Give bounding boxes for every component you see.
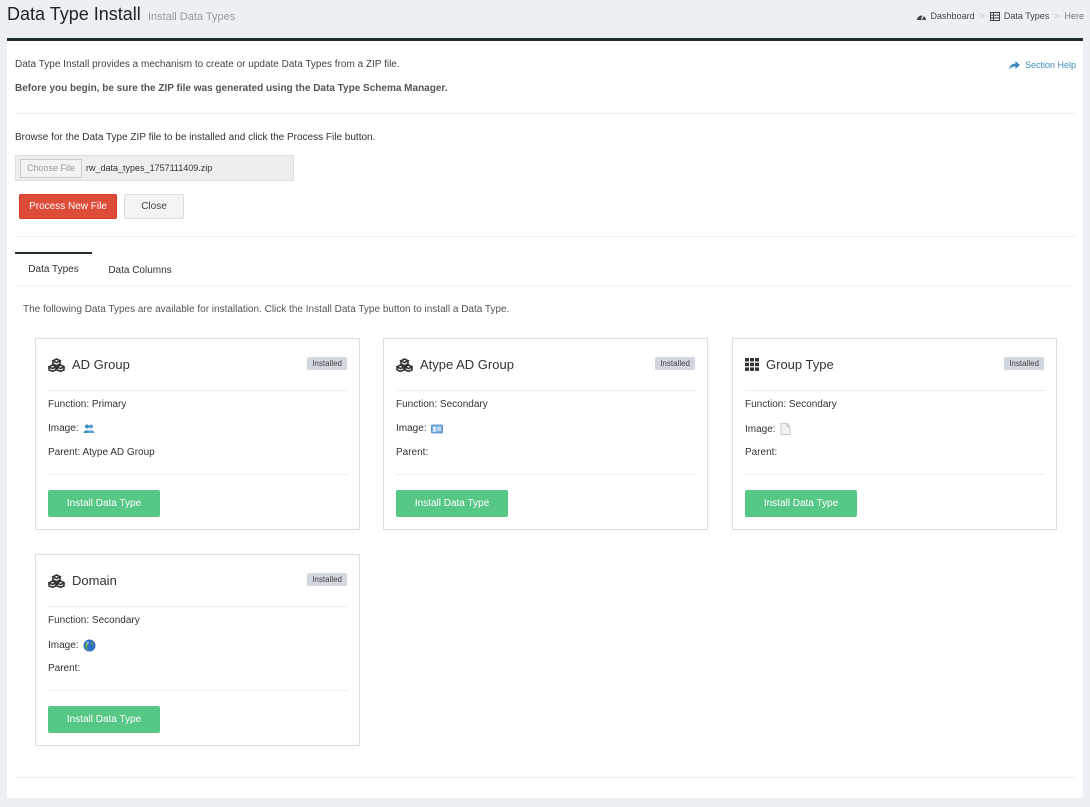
data-type-card: Atype AD Group Installed Function: Secon… [383, 338, 708, 530]
installed-badge: Installed [307, 357, 347, 370]
id-card-icon [430, 424, 443, 433]
breadcrumb-dashboard[interactable]: Dashboard [916, 11, 975, 21]
card-title: Group Type [766, 357, 834, 372]
tachometer-icon [916, 14, 926, 20]
choose-file-button[interactable]: Choose File [20, 158, 83, 178]
image-line: Image: [48, 639, 96, 652]
selected-file-name: rw_data_types_1757111409.zip [86, 163, 213, 173]
tab-data-columns[interactable]: Data Columns [97, 254, 183, 287]
table-icon [989, 11, 1000, 21]
browse-instructions: Browse for the Data Type ZIP file to be … [15, 132, 376, 143]
image-label: Image: [48, 423, 79, 434]
installed-badge: Installed [1004, 357, 1044, 370]
card-title: AD Group [72, 357, 130, 372]
divider [15, 777, 1075, 778]
card-title: Atype AD Group [420, 357, 514, 372]
install-panel: Data Type Install provides a mechanism t… [7, 38, 1083, 798]
globe-icon [83, 639, 96, 652]
breadcrumb-current: Here [1064, 11, 1084, 21]
divider [745, 390, 1045, 391]
parent-line: Parent: [745, 447, 778, 458]
content-header: Data Type Install Install Data Types Das… [0, 0, 1090, 34]
page-title: Data Type Install [7, 4, 141, 24]
users-icon [83, 424, 95, 433]
function-line: Function: Secondary [396, 399, 488, 410]
breadcrumb-data-types-label: Data Types [1003, 11, 1050, 21]
function-line: Function: Primary [48, 399, 127, 410]
cubes-icon [48, 573, 65, 588]
image-line: Image: [48, 423, 95, 434]
divider [48, 606, 348, 607]
breadcrumb-dashboard-label: Dashboard [930, 11, 975, 21]
install-data-type-button[interactable]: Install Data Type [48, 706, 160, 733]
divider [48, 390, 348, 391]
installed-badge: Installed [655, 357, 695, 370]
tab-divider [15, 285, 1075, 286]
section-help-label: Section Help [1024, 60, 1076, 70]
divider [15, 236, 1075, 237]
image-line: Image: [396, 423, 443, 434]
card-title: Domain [72, 573, 117, 588]
share-icon [1008, 60, 1020, 70]
page-subtitle: Install Data Types [148, 11, 236, 23]
section-help-link[interactable]: Section Help [1008, 60, 1076, 70]
install-data-type-button[interactable]: Install Data Type [396, 490, 508, 517]
breadcrumb-data-types[interactable]: Data Types [989, 11, 1050, 21]
divider [48, 474, 348, 475]
image-line: Image: [745, 423, 791, 435]
parent-line: Parent: Atype AD Group [48, 447, 155, 458]
close-button[interactable]: Close [124, 194, 184, 219]
function-line: Function: Secondary [745, 399, 837, 410]
cubes-icon [48, 357, 65, 372]
image-label: Image: [48, 640, 79, 651]
divider [48, 690, 348, 691]
cubes-icon [396, 357, 413, 372]
function-line: Function: Secondary [48, 615, 140, 626]
divider [15, 113, 1075, 114]
image-label: Image: [396, 423, 427, 434]
tab-data-types[interactable]: Data Types [15, 252, 92, 285]
divider [745, 474, 1045, 475]
file-input[interactable]: Choose File rw_data_types_1757111409.zip [15, 155, 294, 181]
data-type-card: Domain Installed Function: Secondary Ima… [35, 554, 360, 746]
data-type-card: Group Type Installed Function: Secondary… [732, 338, 1057, 530]
breadcrumb: Dashboard > Data Types > Here [916, 11, 1084, 21]
parent-line: Parent: [396, 447, 429, 458]
process-new-file-button[interactable]: Process New File [19, 194, 117, 219]
divider [396, 474, 696, 475]
breadcrumb-separator: > [1054, 11, 1060, 21]
schema-warning: Before you begin, be sure the ZIP file w… [15, 83, 448, 94]
install-data-type-button[interactable]: Install Data Type [48, 490, 160, 517]
intro-text: Data Type Install provides a mechanism t… [15, 59, 400, 70]
data-type-card: AD Group Installed Function: Primary Ima… [35, 338, 360, 530]
installed-badge: Installed [307, 573, 347, 586]
breadcrumb-separator: > [979, 11, 985, 21]
document-icon [780, 423, 790, 435]
tab-description: The following Data Types are available f… [23, 304, 510, 315]
image-label: Image: [745, 423, 776, 435]
install-data-type-button[interactable]: Install Data Type [745, 490, 857, 517]
grid-icon [745, 358, 759, 371]
parent-line: Parent: [48, 663, 81, 674]
divider [396, 390, 696, 391]
